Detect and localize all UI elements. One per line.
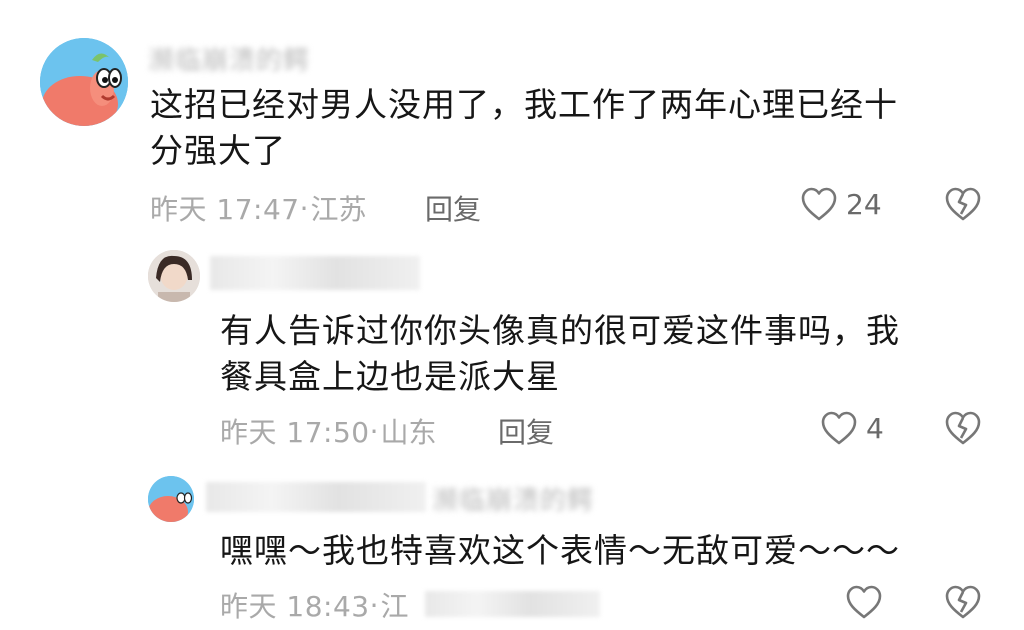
username[interactable]: 濒临崩溃的鳄 [148,40,310,77]
like-button[interactable] [845,584,891,620]
broken-heart-icon [945,411,981,445]
patrick-avatar-icon [148,476,194,522]
avatar[interactable] [148,250,200,302]
meta-redacted [425,591,600,617]
broken-heart-icon [945,187,981,221]
avatar[interactable] [40,38,128,126]
comment-text: 有人告诉过你你头像真的很可爱这件事吗，我 餐具盒上边也是派大星 [220,308,900,400]
comment-text: 这招已经对男人没用了，我工作了两年心理已经十 分强大了 [150,82,898,174]
timestamp: 昨天 17:50 [220,416,370,449]
dislike-button[interactable] [944,410,982,450]
location: 江苏 [310,193,367,226]
username-redacted [210,256,420,290]
location: 山东 [380,416,437,449]
like-count: 4 [866,411,884,445]
comment-meta: 昨天 18:43 · 江 [220,585,409,625]
heart-outline-icon [801,187,837,221]
comment-text-line: 这招已经对男人没用了，我工作了两年心理已经十 [150,85,898,124]
like-button[interactable]: 24 [800,186,882,222]
dislike-button[interactable] [944,186,982,226]
reply-button[interactable]: 回复 [425,188,481,228]
username-redacted [206,482,426,512]
comment-meta: 昨天 17:50 · 山东 [220,411,437,451]
patrick-avatar-icon [40,38,128,126]
separator: · [369,414,379,448]
comment-text-line: 分强大了 [150,131,286,170]
separator: · [369,588,379,622]
like-button[interactable]: 4 [820,410,884,446]
dislike-button[interactable] [944,584,982,624]
comment-text: 嘿嘿～我也特喜欢这个表情～无敌可爱～～～ [220,528,900,574]
like-count: 24 [846,187,882,221]
reply-button[interactable]: 回复 [498,411,554,451]
comment-1: 濒临崩溃的鳄 这招已经对男人没用了，我工作了两年心理已经十 分强大了 昨天 17… [0,0,1024,240]
heart-outline-icon [846,585,882,619]
comment-text-line: 有人告诉过你你头像真的很可爱这件事吗，我 [220,311,900,350]
separator: · [299,191,309,225]
comment-3: 濒临崩溃的鳄 嘿嘿～我也特喜欢这个表情～无敌可爱～～～ 昨天 18:43 · 江 [0,460,1024,630]
avatar[interactable] [148,476,194,522]
timestamp: 昨天 18:43 [220,590,370,623]
heart-outline-icon [821,411,857,445]
comment-text-line: 餐具盒上边也是派大星 [220,357,560,396]
photo-avatar-icon [148,250,200,302]
broken-heart-icon [945,585,981,619]
comment-text-line: 嘿嘿～我也特喜欢这个表情～无敌可爱～～～ [220,531,900,570]
location: 江 [380,590,409,623]
comment-2: 有人告诉过你你头像真的很可爱这件事吗，我 餐具盒上边也是派大星 昨天 17:50… [0,240,1024,460]
comment-meta: 昨天 17:47 · 江苏 [150,188,367,228]
timestamp: 昨天 17:47 [150,193,300,226]
username[interactable]: 濒临崩溃的鳄 [432,480,594,517]
